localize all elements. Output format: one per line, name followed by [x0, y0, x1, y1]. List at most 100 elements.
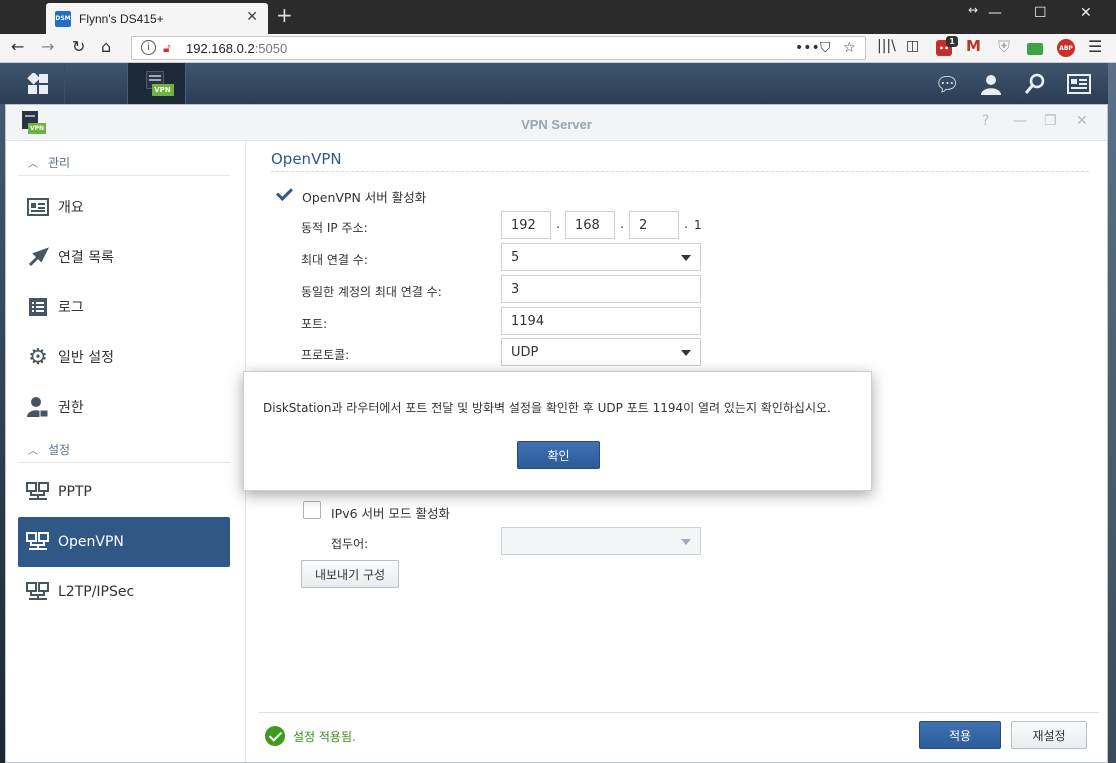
page-actions-icon[interactable]: •••: [795, 40, 820, 56]
window-title-bar[interactable]: VPN VPN Server ? — ❐ ✕: [6, 105, 1107, 141]
sidebar-item-connection-list[interactable]: 연결 목록: [18, 232, 230, 282]
dialog-message: DiskStation과 라우터에서 포트 전달 및 방화벽 설정을 확인한 후…: [263, 401, 831, 415]
gmail-icon[interactable]: M: [966, 39, 981, 54]
dsm-favicon-icon: DSM: [55, 10, 71, 27]
close-window-icon[interactable]: ✕: [1080, 6, 1092, 20]
help-icon[interactable]: ?: [982, 114, 989, 128]
permission-icon: [26, 395, 50, 419]
max-connections-label: 최대 연결 수:: [301, 253, 368, 267]
port-forwarding-dialog: DiskStation과 라우터에서 포트 전달 및 방화벽 설정을 확인한 후…: [243, 371, 872, 491]
gear-icon: ⚙: [28, 344, 48, 370]
sidebar-item-label: L2TP/IPSec: [58, 584, 135, 600]
max-same-account-input[interactable]: 3: [501, 275, 701, 303]
footer-divider: [259, 712, 1099, 713]
chevron-up-icon: ︿: [28, 446, 38, 457]
browser-tab-bar: DSM Flynn's DS415+ ✕ + ↔ — ☐ ✕: [0, 0, 1116, 34]
ipv6-server-mode-checkbox[interactable]: [303, 501, 321, 519]
insecure-lock-icon[interactable]: 🔓︎: [163, 41, 171, 56]
export-configuration-button[interactable]: 내보내기 구성: [301, 560, 399, 588]
sidebar-item-label: 개요: [58, 200, 84, 216]
battery-extension-icon[interactable]: [1027, 43, 1043, 55]
sidebar-item-general-settings[interactable]: ⚙ 일반 설정: [18, 332, 230, 382]
connection-list-icon: [26, 245, 50, 269]
notifications-chat-icon[interactable]: 💬︎: [934, 72, 959, 96]
sidebar-item-label: 권한: [58, 400, 84, 416]
vpn-server-task-button[interactable]: VPN: [127, 63, 186, 104]
forward-icon[interactable]: →: [41, 39, 54, 55]
sidebar-section-settings[interactable]: ︿ 설정: [18, 437, 230, 463]
sidebar-item-overview[interactable]: 개요: [18, 182, 230, 232]
network-icon: [26, 580, 50, 604]
network-icon: [26, 480, 50, 504]
port-input[interactable]: 1194: [501, 307, 701, 335]
tab-close-icon[interactable]: ✕: [246, 10, 258, 24]
widgets-icon[interactable]: [1067, 72, 1091, 96]
window-title: VPN Server: [521, 117, 592, 132]
new-tab-icon[interactable]: +: [276, 5, 293, 25]
sidebar-item-openvpn[interactable]: OpenVPN: [18, 517, 230, 567]
restore-icon[interactable]: ❐: [1044, 114, 1057, 128]
dsm-taskbar: VPN 💬︎: [0, 63, 1116, 104]
search-icon[interactable]: [1023, 72, 1047, 96]
minimize-icon[interactable]: —: [988, 6, 1002, 20]
shield-icon[interactable]: ⛨: [998, 39, 1010, 55]
browser-tab[interactable]: DSM Flynn's DS415+ ✕: [46, 3, 268, 34]
dropdown-arrow-icon: [681, 255, 691, 261]
enable-openvpn-label: OpenVPN 서버 활성화: [302, 190, 427, 205]
resize-arrows-icon: ↔: [968, 3, 979, 17]
user-icon[interactable]: [979, 72, 1003, 96]
select-value: UDP: [511, 344, 539, 360]
apply-button[interactable]: 적용: [919, 721, 1001, 749]
ipv6-server-mode-label: IPv6 서버 모드 활성화: [331, 506, 450, 521]
home-icon[interactable]: ⌂: [101, 39, 111, 55]
dropdown-arrow-icon: [681, 350, 691, 356]
sidebar: ︿ 관리 개요 연결 목록 로그 ⚙ 일반 설정 권한 ︿ 설정 PPTP Op…: [6, 141, 246, 762]
sidebar-item-log[interactable]: 로그: [18, 282, 230, 332]
back-icon[interactable]: ←: [11, 39, 24, 55]
section-divider: [271, 171, 1089, 172]
bookmark-star-icon[interactable]: ☆: [843, 40, 856, 56]
max-connections-select[interactable]: 5: [501, 243, 701, 271]
prefix-label: 접두어:: [331, 537, 369, 551]
ip-octet-3-input[interactable]: 2: [629, 211, 679, 239]
reload-icon[interactable]: ↻: [72, 39, 85, 55]
enable-openvpn-checkbox[interactable]: [275, 185, 293, 203]
ip-dot: .: [684, 217, 689, 232]
menu-icon[interactable]: ☰: [1088, 39, 1102, 55]
maximize-icon[interactable]: ☐: [1034, 6, 1047, 20]
dynamic-ip-label: 동적 IP 주소:: [301, 221, 368, 235]
ip-octet-4-value: 1: [694, 218, 702, 232]
address-bar[interactable]: i 🔓︎ 192.168.0.2:5050 ••• ⛉ ☆: [131, 36, 866, 60]
section-label: 관리: [48, 156, 71, 170]
info-icon[interactable]: i: [141, 40, 156, 55]
dropdown-arrow-icon: [681, 539, 691, 545]
sidebar-section-manage[interactable]: ︿ 관리: [18, 150, 230, 176]
prefix-select[interactable]: [501, 527, 701, 555]
tab-title: Flynn's DS415+: [79, 11, 164, 26]
url-port: :5050: [254, 41, 288, 56]
port-label: 포트:: [301, 317, 328, 331]
reset-button[interactable]: 재설정: [1011, 721, 1087, 749]
sidebar-item-label: 연결 목록: [58, 250, 114, 266]
success-check-icon: [265, 726, 285, 746]
max-same-account-label: 동일한 계정의 최대 연결 수:: [301, 285, 442, 299]
close-icon[interactable]: ✕: [1076, 114, 1088, 128]
adblock-plus-icon[interactable]: ABP: [1057, 39, 1075, 57]
sidebar-item-permission[interactable]: 권한: [18, 382, 230, 432]
pocket-icon[interactable]: ⛉: [820, 40, 831, 56]
url-host: 192.168.0.2: [186, 41, 255, 56]
status-text: 설정 적용됨.: [293, 729, 356, 744]
sidebar-icon[interactable]: ◫: [906, 39, 919, 53]
protocol-select[interactable]: UDP: [501, 338, 701, 366]
ip-octet-2-input[interactable]: 168: [565, 211, 615, 239]
main-menu-button[interactable]: [12, 63, 65, 104]
library-icon[interactable]: |||\: [877, 39, 896, 53]
minimize-icon[interactable]: —: [1013, 114, 1027, 128]
desktop-edge: [1108, 63, 1116, 763]
sidebar-item-l2tp-ipsec[interactable]: L2TP/IPSec: [18, 567, 230, 617]
vpn-badge: VPN: [151, 83, 174, 96]
ip-octet-1-input[interactable]: 192: [501, 211, 551, 239]
sidebar-item-pptp[interactable]: PPTP: [18, 467, 230, 517]
ok-button[interactable]: 확인: [517, 441, 600, 469]
overview-icon: [26, 195, 50, 219]
